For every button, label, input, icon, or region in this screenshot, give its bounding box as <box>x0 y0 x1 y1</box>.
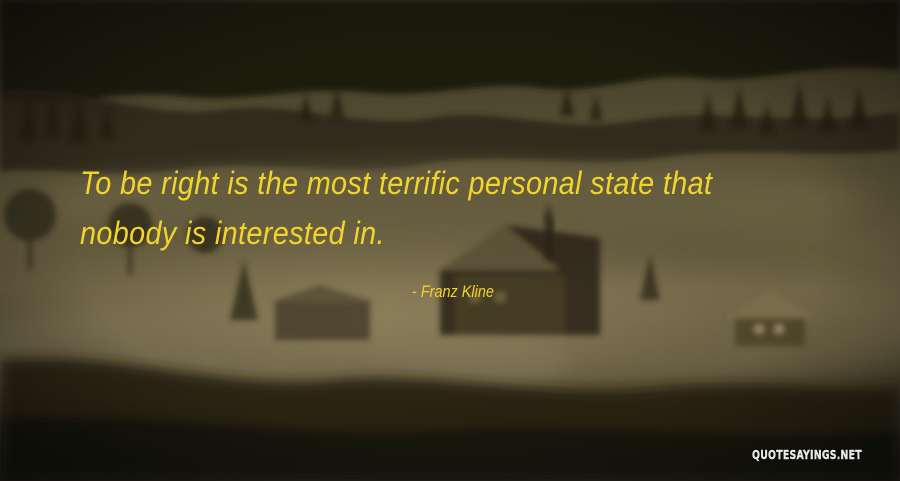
quote-author: - Franz Kline <box>412 282 494 301</box>
quote-line-2: nobody is interested in. <box>80 215 385 251</box>
watermark: QUOTESAYINGS.NET <box>752 448 862 462</box>
quote-card: To be right is the most terrific persona… <box>0 0 900 481</box>
quote-text: To be right is the most terrific persona… <box>80 158 782 258</box>
quote-line-1: To be right is the most terrific persona… <box>80 165 713 201</box>
